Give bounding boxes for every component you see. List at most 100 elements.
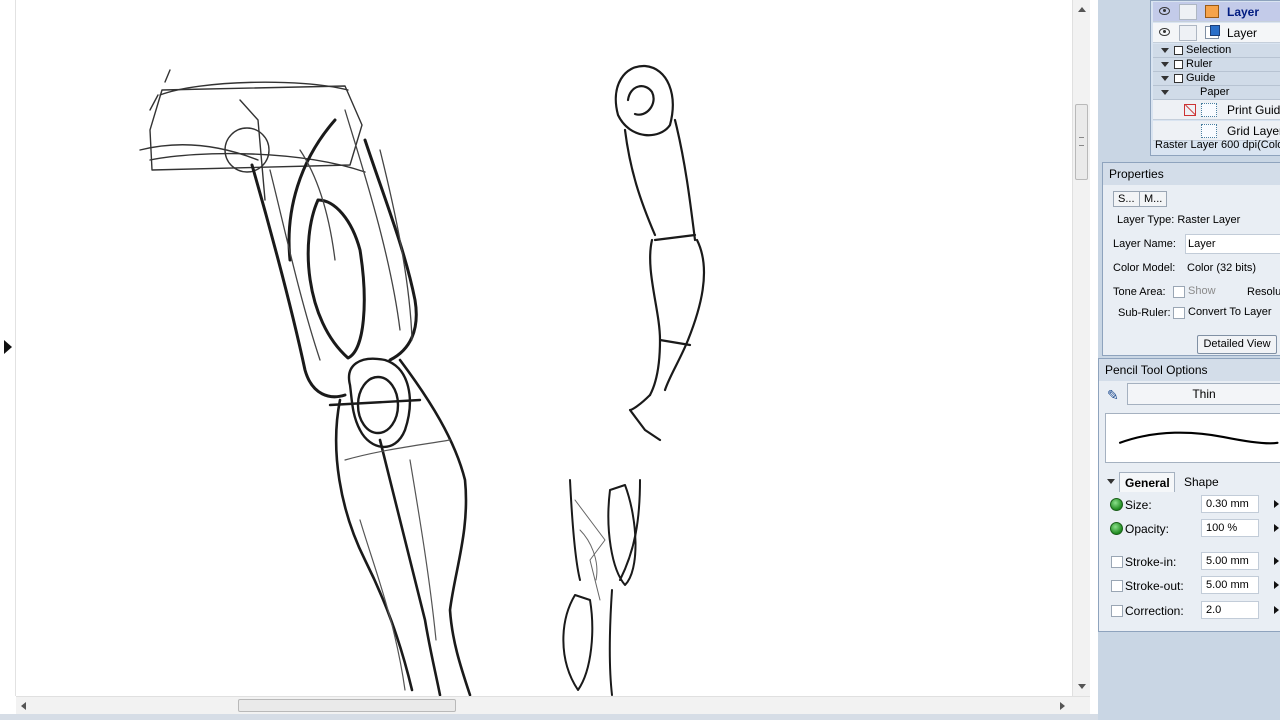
layer-row-raster[interactable]: Layer [1153, 23, 1280, 43]
correction-field[interactable]: 2.0 [1201, 601, 1259, 619]
vertical-scroll-thumb[interactable] [1075, 104, 1088, 180]
sub-ruler-label: Sub-Ruler: [1118, 307, 1171, 319]
print-guide-icon [1201, 103, 1217, 117]
scroll-up-arrow-icon[interactable] [1078, 7, 1086, 12]
group-label: Paper [1200, 86, 1230, 98]
canvas-left-gutter [0, 0, 16, 696]
size-pressure-icon[interactable] [1110, 498, 1123, 511]
collapse-triangle-icon[interactable] [1161, 90, 1169, 95]
vertical-scrollbar[interactable] [1072, 0, 1090, 696]
hip-sketch [139, 69, 366, 201]
selection-icon [1174, 46, 1183, 55]
stroke-out-label: Stroke-out: [1125, 579, 1184, 593]
visibility-eye-icon[interactable] [1159, 7, 1170, 15]
color-model-value[interactable]: Color (32 bits) [1187, 262, 1256, 274]
scroll-down-arrow-icon[interactable] [1078, 684, 1086, 689]
opacity-label: Opacity: [1125, 522, 1170, 536]
resolution-label: Resolu [1247, 286, 1280, 298]
tone-show-checkbox[interactable] [1173, 286, 1185, 298]
collapse-triangle-icon[interactable] [1107, 479, 1115, 484]
option-row-stroke-out[interactable]: Stroke-out: 5.00 mm [1105, 575, 1280, 597]
knee-sketch [328, 357, 422, 449]
guide-icon [1174, 74, 1183, 83]
convert-to-layer-checkbox[interactable] [1173, 307, 1185, 319]
properties-tab-s[interactable]: S... [1113, 191, 1140, 207]
expand-panel-arrow-icon[interactable] [4, 340, 12, 354]
edit-lock-slot[interactable]: ✎ [1179, 4, 1220, 20]
layer-name: Print Guide [1227, 103, 1280, 117]
horizontal-scroll-thumb[interactable] [238, 699, 456, 712]
option-row-correction[interactable]: Correction: 2.0 [1105, 600, 1280, 622]
status-strip [0, 714, 1098, 720]
stroke-out-arrow-icon[interactable] [1274, 581, 1279, 589]
color-model-label: Color Model: [1113, 262, 1176, 274]
detailed-view-button[interactable]: Detailed View [1197, 335, 1277, 354]
layer-row-print-guide[interactable]: Print Guide [1153, 100, 1280, 120]
pencil-icon: ✎ [1107, 387, 1119, 403]
stroke-in-arrow-icon[interactable] [1274, 557, 1279, 565]
visibility-eye-icon[interactable] [1159, 28, 1170, 36]
layer-status-text: Raster Layer 600 dpi(Color [1155, 139, 1280, 151]
layer-name-value: Layer [1188, 238, 1216, 250]
layer-group-selection[interactable]: Selection [1153, 44, 1280, 58]
group-label: Ruler [1186, 58, 1213, 70]
stroke-out-checkbox[interactable] [1111, 580, 1123, 592]
correction-arrow-icon[interactable] [1274, 606, 1279, 614]
thigh-sketch [250, 118, 418, 399]
stroke-in-label: Stroke-in: [1125, 555, 1177, 569]
correction-label: Correction: [1125, 604, 1184, 618]
edit-lock-slot[interactable] [1179, 25, 1197, 41]
collapse-triangle-icon[interactable] [1161, 76, 1169, 81]
tab-general[interactable]: General [1119, 472, 1175, 492]
layer-group-ruler[interactable]: Ruler [1153, 58, 1280, 72]
size-arrow-icon[interactable] [1274, 500, 1279, 508]
second-leg-sketch [562, 479, 641, 696]
layer-group-guide[interactable]: Guide [1153, 72, 1280, 86]
scroll-right-arrow-icon[interactable] [1060, 702, 1065, 710]
properties-title: Properties [1103, 163, 1280, 185]
convert-to-layer-label: Convert To Layer [1188, 306, 1272, 318]
properties-tab-m[interactable]: M... [1139, 191, 1168, 207]
layer-name-label: Layer Name: [1113, 238, 1176, 250]
layer-type-text: Layer Type: Raster Layer [1117, 214, 1241, 226]
horizontal-scrollbar[interactable] [16, 696, 1090, 714]
group-label: Guide [1186, 72, 1216, 84]
layer-row-grid[interactable]: Grid Layer [1153, 121, 1280, 141]
hidden-print-icon[interactable] [1184, 104, 1196, 116]
stroke-preview [1105, 413, 1280, 463]
drawing-canvas-area[interactable] [0, 0, 1098, 720]
collapse-triangle-icon[interactable] [1161, 62, 1169, 67]
layer-name: Grid Layer [1227, 124, 1280, 138]
option-row-opacity[interactable]: Opacity: 100 % [1105, 518, 1280, 540]
grid-layer-icon [1201, 124, 1217, 138]
collapse-triangle-icon[interactable] [1161, 48, 1169, 53]
brush-preset-thin[interactable]: Thin [1127, 383, 1280, 405]
opacity-field[interactable]: 100 % [1201, 519, 1259, 537]
lower-leg-sketch [334, 358, 472, 696]
option-row-stroke-in[interactable]: Stroke-in: 5.00 mm [1105, 551, 1280, 573]
size-label: Size: [1125, 498, 1152, 512]
layer-panel: ✎ Layer Layer Selection Ruler Guide Pape… [1150, 0, 1280, 156]
opacity-arrow-icon[interactable] [1274, 524, 1279, 532]
layer-row-folder[interactable]: ✎ Layer [1153, 2, 1280, 22]
raster-layer-icon [1205, 25, 1220, 39]
correction-checkbox[interactable] [1111, 605, 1123, 617]
stroke-out-field[interactable]: 5.00 mm [1201, 576, 1259, 594]
layer-group-paper[interactable]: Paper [1153, 86, 1280, 100]
tone-area-label: Tone Area: [1113, 286, 1166, 298]
layer-name-field[interactable]: Layer [1185, 234, 1280, 254]
layer-name: Layer [1227, 26, 1258, 40]
option-row-size[interactable]: Size: 0.30 mm [1105, 494, 1280, 516]
sketch-canvas[interactable] [16, 0, 1072, 696]
tone-show-label: Show [1188, 285, 1216, 297]
tab-shape[interactable]: Shape [1179, 472, 1233, 492]
size-field[interactable]: 0.30 mm [1201, 495, 1259, 513]
layer-folder-icon [1205, 5, 1219, 18]
opacity-pressure-icon[interactable] [1110, 522, 1123, 535]
scroll-left-arrow-icon[interactable] [21, 702, 26, 710]
stroke-in-field[interactable]: 5.00 mm [1201, 552, 1259, 570]
pencil-tool-options-panel: Pencil Tool Options ✎ Thin General Shape… [1098, 358, 1280, 632]
ruler-icon [1174, 60, 1183, 69]
layer-name: Layer [1227, 5, 1260, 19]
stroke-in-checkbox[interactable] [1111, 556, 1123, 568]
